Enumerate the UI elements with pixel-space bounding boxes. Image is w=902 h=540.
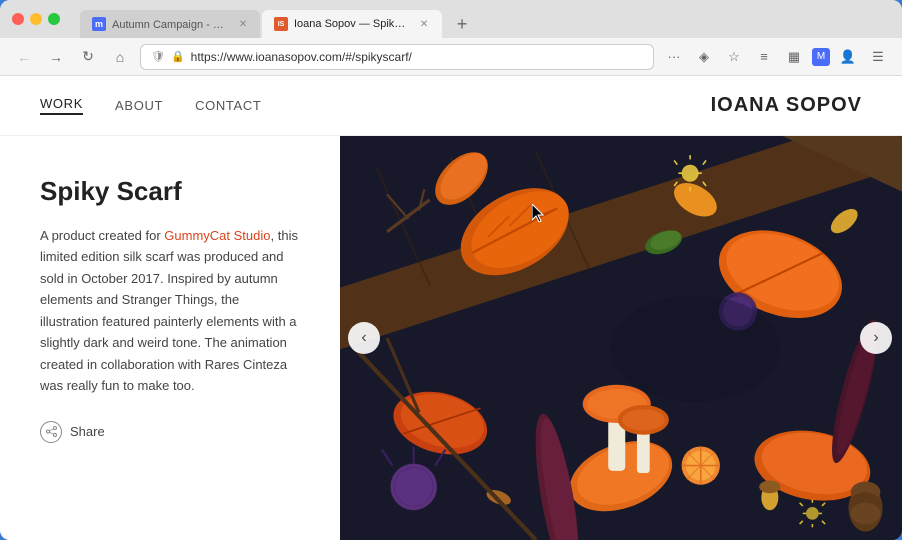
nav-about[interactable]: ABOUT (115, 98, 163, 113)
pocket-button[interactable]: ◈ (692, 45, 716, 69)
nav-links: WORK ABOUT CONTACT (40, 96, 262, 115)
tab-title-2: Ioana Sopov — Spiky Scarf (294, 18, 408, 30)
share-section: Share (40, 421, 300, 443)
project-title: Spiky Scarf (40, 176, 300, 207)
title-bar: m Autumn Campaign - 🌿 Moodbo... ✕ IS Ioa… (0, 0, 902, 38)
profile-button[interactable]: 👤 (836, 45, 860, 69)
tab-autumn-campaign[interactable]: m Autumn Campaign - 🌿 Moodbo... ✕ (80, 10, 260, 38)
browser-window: m Autumn Campaign - 🌿 Moodbo... ✕ IS Ioa… (0, 0, 902, 540)
page-content: WORK ABOUT CONTACT IOANA SOPOV Spiky Sca… (0, 76, 902, 540)
site-logo: IOANA SOPOV (711, 94, 862, 117)
close-button[interactable] (12, 13, 24, 25)
nav-work[interactable]: WORK (40, 96, 83, 115)
tab-ioana-sopov[interactable]: IS Ioana Sopov — Spiky Scarf ✕ (262, 10, 442, 38)
desc-prefix: A product created for (40, 228, 164, 243)
share-icon-svg (46, 426, 57, 437)
sync-button[interactable]: M (812, 48, 830, 66)
bookmark-button[interactable]: ☆ (722, 45, 746, 69)
nav-contact[interactable]: CONTACT (195, 98, 261, 113)
back-button[interactable]: ← (12, 45, 36, 69)
minimize-button[interactable] (30, 13, 42, 25)
reload-button[interactable]: ↻ (76, 45, 100, 69)
sidebar: Spiky Scarf A product created for GummyC… (0, 136, 340, 540)
tab-favicon-is: IS (274, 17, 288, 31)
main-content: Spiky Scarf A product created for GummyC… (0, 136, 902, 540)
prev-arrow-icon: ‹ (361, 329, 366, 347)
tab-title-1: Autumn Campaign - 🌿 Moodbo... (112, 18, 228, 31)
shield-icon: 🛡 (151, 50, 165, 63)
lock-icon: 🔒 (171, 50, 185, 63)
gallery-prev-button[interactable]: ‹ (348, 322, 380, 354)
next-arrow-icon: › (873, 329, 878, 347)
gallery: ‹ › (340, 136, 902, 540)
home-button[interactable]: ⌂ (108, 45, 132, 69)
new-tab-button[interactable]: + (448, 10, 476, 38)
address-bar: ← → ↻ ⌂ 🛡 🔒 https://www.ioanasopov.com/#… (0, 38, 902, 76)
site-nav: WORK ABOUT CONTACT IOANA SOPOV (0, 76, 902, 136)
toolbar-right: ··· ◈ ☆ ≡ ▦ M 👤 ☰ (662, 45, 890, 69)
traffic-lights (12, 13, 60, 25)
project-description: A product created for GummyCat Studio, t… (40, 225, 300, 397)
tab-close-1[interactable]: ✕ (238, 17, 248, 31)
gallery-next-button[interactable]: › (860, 322, 892, 354)
url-text: https://www.ioanasopov.com/#/spikyscarf/ (191, 50, 412, 64)
tab-favicon-m: m (92, 17, 106, 31)
gummycat-link[interactable]: GummyCat Studio (164, 228, 270, 243)
share-icon[interactable] (40, 421, 62, 443)
more-options-button[interactable]: ··· (662, 45, 686, 69)
forward-button[interactable]: → (44, 45, 68, 69)
maximize-button[interactable] (48, 13, 60, 25)
tab-bar: m Autumn Campaign - 🌿 Moodbo... ✕ IS Ioa… (80, 0, 476, 38)
menu-button[interactable]: ☰ (866, 45, 890, 69)
container-button[interactable]: ▦ (782, 45, 806, 69)
desc-suffix: , this limited edition silk scarf was pr… (40, 228, 298, 393)
share-label[interactable]: Share (70, 424, 105, 439)
reading-view-button[interactable]: ≡ (752, 45, 776, 69)
tab-close-2[interactable]: ✕ (418, 17, 430, 31)
gallery-illustration (340, 136, 902, 540)
address-field[interactable]: 🛡 🔒 https://www.ioanasopov.com/#/spikysc… (140, 44, 654, 70)
